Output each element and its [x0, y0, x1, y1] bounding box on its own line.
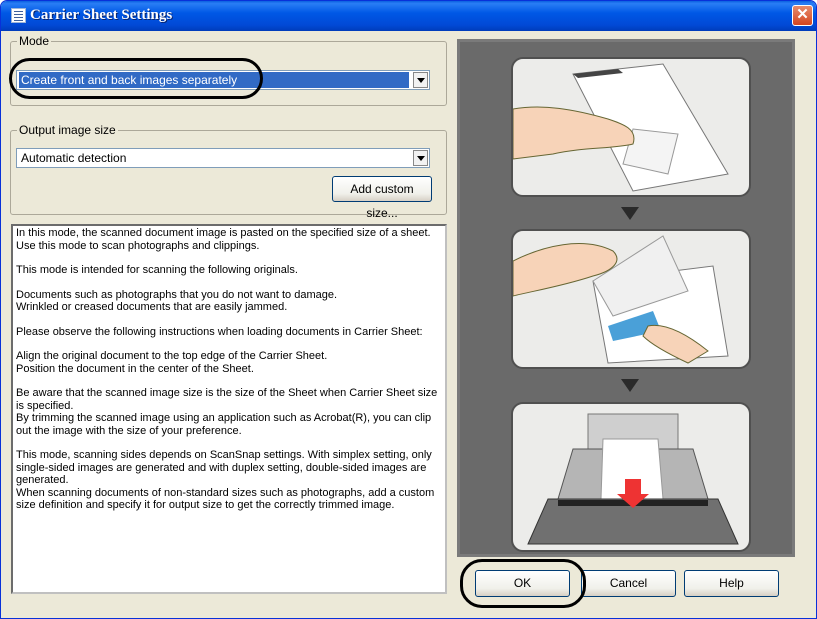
description-paragraph: Be aware that the scanned image size is … [16, 387, 438, 437]
mode-description: In this mode, the scanned document image… [11, 224, 447, 594]
add-custom-size-button[interactable]: Add custom size... [332, 176, 432, 220]
chevron-down-icon[interactable] [413, 150, 428, 166]
arrow-down-icon [621, 207, 639, 220]
title-bar[interactable]: Carrier Sheet Settings ✕ [1, 1, 816, 31]
output-size-label: Output image size [17, 123, 118, 137]
description-paragraph: In this mode, the scanned document image… [16, 227, 431, 252]
close-icon: ✕ [796, 6, 809, 23]
carrier-sheet-open-image [512, 235, 729, 364]
close-button[interactable]: ✕ [792, 5, 813, 26]
illustration-panel [457, 39, 795, 557]
description-paragraph: Align the original document to the top e… [16, 350, 328, 375]
output-size-group: Output image size Automatic detection Ad… [10, 123, 447, 220]
window-title: Carrier Sheet Settings [30, 7, 173, 23]
chevron-down-icon[interactable] [413, 72, 428, 88]
output-size-select[interactable]: Automatic detection [16, 148, 430, 168]
carrier-sheet-insert-image [512, 63, 729, 192]
carrier-sheet-settings-dialog: Carrier Sheet Settings ✕ Mode Create fro… [0, 0, 817, 619]
cancel-button[interactable]: Cancel [581, 570, 676, 597]
description-paragraph: Please observe the following instruction… [16, 325, 423, 338]
output-size-select-value: Automatic detection [21, 151, 127, 165]
description-paragraph: This mode is intended for scanning the f… [16, 264, 298, 276]
ok-highlight-ring [460, 559, 586, 608]
mode-label: Mode [17, 34, 52, 48]
scanner-loading-image [527, 413, 739, 545]
arrow-down-icon [621, 379, 639, 392]
illustration-step-1 [511, 57, 751, 197]
help-button[interactable]: Help [684, 570, 779, 597]
window-icon [11, 8, 26, 23]
description-paragraph: This mode, scanning sides depends on Sca… [16, 449, 435, 511]
illustration-step-2 [511, 229, 751, 369]
mode-highlight-ring [9, 58, 263, 99]
illustration-step-3 [511, 402, 751, 552]
description-paragraph: Documents such as photographs that you d… [16, 288, 338, 314]
